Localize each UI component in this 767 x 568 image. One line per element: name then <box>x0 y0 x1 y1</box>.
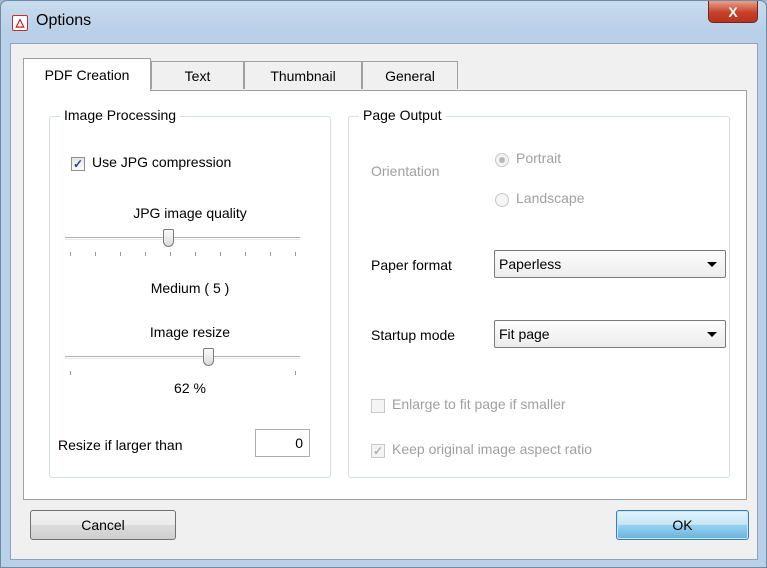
image-resize-track <box>65 356 300 359</box>
resize-if-larger-label: Resize if larger than <box>58 437 183 453</box>
slider-tick <box>70 371 71 375</box>
close-button[interactable]: X <box>708 1 758 23</box>
landscape-radio[interactable] <box>495 193 509 207</box>
startup-mode-label: Startup mode <box>371 327 456 343</box>
slider-tick <box>145 252 146 256</box>
chevron-down-icon <box>707 262 717 267</box>
paper-format-value: Paperless <box>499 256 562 272</box>
image-processing-group-label: Image Processing <box>60 107 181 123</box>
slider-tick <box>70 252 71 256</box>
pdf-app-icon: △ <box>12 15 28 31</box>
tab-general[interactable]: General <box>362 61 458 89</box>
tab-panel-pdf-creation: Image Processing ✓ Use JPG compression J… <box>23 90 747 500</box>
use-jpg-checkbox[interactable]: ✓ <box>71 157 85 171</box>
page-output-group-label: Page Output <box>359 107 446 123</box>
tab-pdf-creation[interactable]: PDF Creation <box>23 58 151 91</box>
jpg-quality-track <box>65 237 300 240</box>
jpg-quality-thumb[interactable] <box>163 229 174 247</box>
chevron-down-icon <box>707 332 717 337</box>
tab-thumbnail[interactable]: Thumbnail <box>244 61 362 89</box>
slider-tick <box>245 252 246 256</box>
slider-tick <box>195 252 196 256</box>
resize-threshold-input[interactable]: 0 <box>255 429 310 457</box>
options-dialog: △ Options X PDF Creation Text Thumbnail … <box>0 0 767 568</box>
image-resize-label: Image resize <box>149 324 231 340</box>
portrait-radio[interactable] <box>495 153 509 167</box>
window-title: Options <box>36 12 92 29</box>
landscape-label: Landscape <box>516 190 585 206</box>
keep-aspect-checkbox[interactable]: ✓ <box>371 444 385 458</box>
title-bar[interactable]: △ Options X <box>1 1 766 43</box>
enlarge-checkbox[interactable] <box>371 399 385 413</box>
startup-mode-value: Fit page <box>499 326 550 342</box>
use-jpg-label: Use JPG compression <box>92 154 232 170</box>
image-processing-group: Image Processing ✓ Use JPG compression J… <box>49 107 331 478</box>
page-output-group: Page Output Orientation Portrait Landsca… <box>348 107 730 478</box>
ok-button[interactable]: OK <box>616 510 749 540</box>
dialog-client-area: PDF Creation Text Thumbnail General Imag… <box>10 43 758 560</box>
paper-format-label: Paper format <box>371 257 452 273</box>
slider-tick <box>170 252 171 256</box>
portrait-label: Portrait <box>516 150 562 166</box>
tab-text[interactable]: Text <box>151 61 244 89</box>
slider-tick <box>220 252 221 256</box>
cancel-button[interactable]: Cancel <box>30 510 176 540</box>
slider-tick <box>295 371 296 375</box>
image-resize-thumb[interactable] <box>203 348 214 366</box>
jpg-quality-value: Medium ( 5 ) <box>150 280 230 296</box>
slider-tick <box>95 252 96 256</box>
slider-tick <box>120 252 121 256</box>
enlarge-label: Enlarge to fit page if smaller <box>392 396 566 412</box>
jpg-quality-label: JPG image quality <box>133 205 247 221</box>
image-resize-value: 62 % <box>174 380 206 396</box>
startup-mode-select[interactable]: Fit page <box>494 320 726 348</box>
slider-tick <box>270 252 271 256</box>
orientation-label: Orientation <box>371 163 440 179</box>
keep-aspect-label: Keep original image aspect ratio <box>392 441 593 457</box>
slider-tick <box>295 252 296 256</box>
paper-format-select[interactable]: Paperless <box>494 250 726 278</box>
